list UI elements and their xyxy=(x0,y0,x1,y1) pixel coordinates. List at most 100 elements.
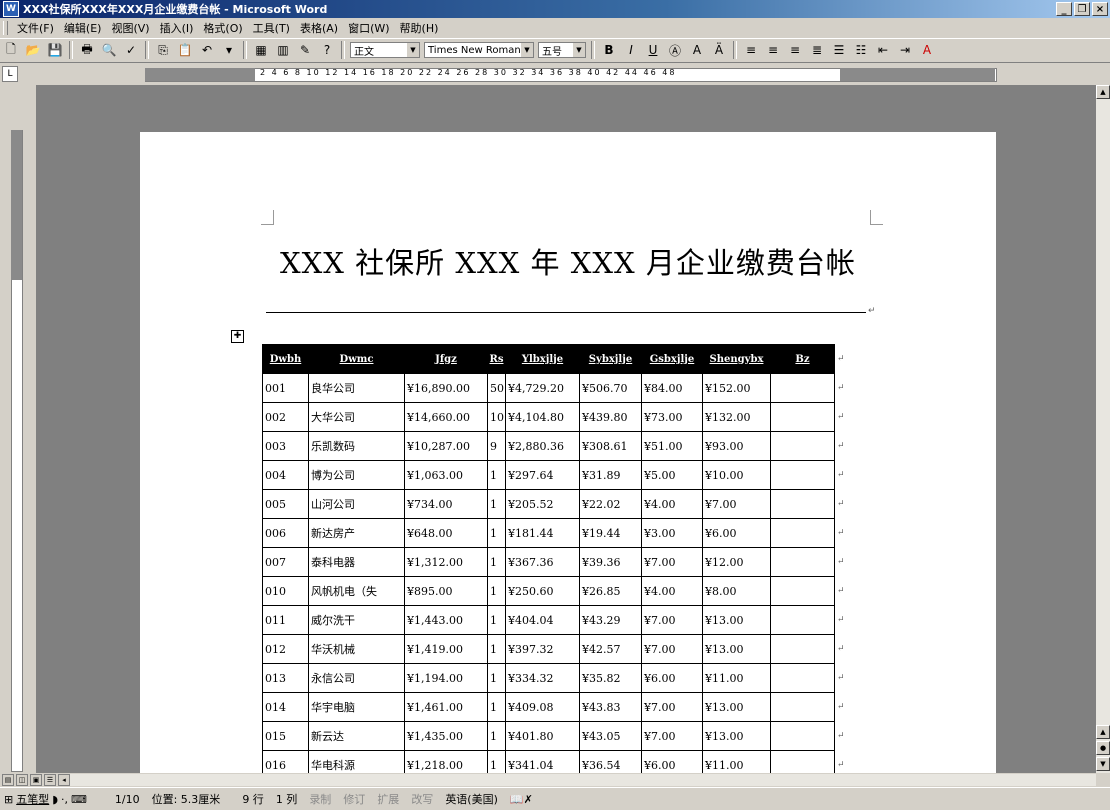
cell-bz[interactable] xyxy=(770,460,835,490)
cell-dwmc[interactable]: 良华公司 xyxy=(308,373,405,403)
cell-gsbxjlje[interactable]: ¥7.00 xyxy=(641,547,703,577)
cell-sybxjlje[interactable]: ¥43.83 xyxy=(579,692,642,722)
cell-rs[interactable]: 1 xyxy=(487,518,506,548)
copy-icon[interactable]: ⎘ xyxy=(153,40,173,60)
cell-sybxjlje[interactable]: ¥36.54 xyxy=(579,750,642,773)
cell-dwbh[interactable]: 005 xyxy=(262,489,309,519)
cell-sybxjlje[interactable]: ¥35.82 xyxy=(579,663,642,693)
menu-view[interactable]: 视图(V) xyxy=(106,20,154,36)
drawing-icon[interactable]: ✎ xyxy=(295,40,315,60)
cell-ylbxjlje[interactable]: ¥341.04 xyxy=(505,750,580,773)
menu-tools[interactable]: 工具(T) xyxy=(248,20,295,36)
decrease-indent-icon[interactable]: ⇤ xyxy=(873,40,893,60)
status-trk[interactable]: 修订 xyxy=(337,791,371,807)
cell-sybxjlje[interactable]: ¥31.89 xyxy=(579,460,642,490)
cell-jfgz[interactable]: ¥1,312.00 xyxy=(404,547,488,577)
web-view-icon[interactable]: ◫ xyxy=(16,774,28,786)
cell-sybxjlje[interactable]: ¥39.36 xyxy=(579,547,642,577)
cell-dwbh[interactable]: 013 xyxy=(262,663,309,693)
cell-sybxjlje[interactable]: ¥22.02 xyxy=(579,489,642,519)
cell-dwmc[interactable]: 乐凯数码 xyxy=(308,431,405,461)
cell-bz[interactable] xyxy=(770,634,835,664)
paste-icon[interactable]: 📋 xyxy=(175,40,195,60)
menu-grip[interactable] xyxy=(3,21,8,35)
cell-sybxjlje[interactable]: ¥19.44 xyxy=(579,518,642,548)
cell-rs[interactable]: 50 xyxy=(487,373,506,403)
cell-shengybx[interactable]: ¥12.00 xyxy=(702,547,771,577)
cell-dwmc[interactable]: 新达房产 xyxy=(308,518,405,548)
undo-icon[interactable]: ↶ xyxy=(197,40,217,60)
scroll-up-icon[interactable]: ▲ xyxy=(1096,85,1110,99)
status-ext[interactable]: 扩展 xyxy=(371,791,405,807)
header-gsbxjlje[interactable]: Gsbxjlje xyxy=(641,344,703,374)
spelling-icon[interactable]: ✓ xyxy=(121,40,141,60)
cell-dwmc[interactable]: 风帆机电（失 xyxy=(308,576,405,606)
status-rec[interactable]: 录制 xyxy=(303,791,337,807)
bold-icon[interactable]: B xyxy=(599,40,619,60)
align-left-icon[interactable]: ≡ xyxy=(741,40,761,60)
cell-gsbxjlje[interactable]: ¥7.00 xyxy=(641,605,703,635)
tab-selector-icon[interactable]: L xyxy=(2,66,18,82)
cell-ylbxjlje[interactable]: ¥404.04 xyxy=(505,605,580,635)
cell-ylbxjlje[interactable]: ¥181.44 xyxy=(505,518,580,548)
header-bz[interactable]: Bz xyxy=(770,344,835,374)
cell-dwbh[interactable]: 004 xyxy=(262,460,309,490)
cell-shengybx[interactable]: ¥152.00 xyxy=(702,373,771,403)
restore-icon[interactable]: ❐ xyxy=(1074,2,1090,16)
cell-dwmc[interactable]: 大华公司 xyxy=(308,402,405,432)
header-rs[interactable]: Rs xyxy=(487,344,506,374)
cell-bz[interactable] xyxy=(770,605,835,635)
cell-gsbxjlje[interactable]: ¥7.00 xyxy=(641,634,703,664)
menu-help[interactable]: 帮助(H) xyxy=(395,20,444,36)
cell-jfgz[interactable]: ¥1,461.00 xyxy=(404,692,488,722)
cell-jfgz[interactable]: ¥1,419.00 xyxy=(404,634,488,664)
cell-jfgz[interactable]: ¥1,435.00 xyxy=(404,721,488,751)
cell-bz[interactable] xyxy=(770,692,835,722)
soft-keyboard-icon[interactable]: ⌨ xyxy=(71,793,87,806)
cell-dwbh[interactable]: 006 xyxy=(262,518,309,548)
cell-dwbh[interactable]: 012 xyxy=(262,634,309,664)
vertical-ruler[interactable] xyxy=(0,85,34,773)
ledger-table[interactable]: Dwbh Dwmc Jfgz Rs Ylbxjlje Sybxjlje Gsbx… xyxy=(262,344,849,773)
cell-ylbxjlje[interactable]: ¥205.52 xyxy=(505,489,580,519)
cell-bz[interactable] xyxy=(770,663,835,693)
document-page[interactable]: XXX 社保所 XXX 年 XXX 月企业缴费台帐 ↵ ✚ Dwbh Dwmc … xyxy=(140,132,996,773)
minimize-icon[interactable]: _ xyxy=(1056,2,1072,16)
cell-gsbxjlje[interactable]: ¥4.00 xyxy=(641,489,703,519)
cell-ylbxjlje[interactable]: ¥250.60 xyxy=(505,576,580,606)
align-center-icon[interactable]: ≡ xyxy=(763,40,783,60)
cell-dwbh[interactable]: 011 xyxy=(262,605,309,635)
cell-dwbh[interactable]: 001 xyxy=(262,373,309,403)
cell-rs[interactable]: 1 xyxy=(487,721,506,751)
cell-gsbxjlje[interactable]: ¥4.00 xyxy=(641,576,703,606)
cell-dwmc[interactable]: 威尔洗干 xyxy=(308,605,405,635)
ime-icon[interactable]: ⊞ xyxy=(4,793,13,806)
close-icon[interactable]: × xyxy=(1092,2,1108,16)
cell-gsbxjlje[interactable]: ¥7.00 xyxy=(641,721,703,751)
cell-shengybx[interactable]: ¥6.00 xyxy=(702,518,771,548)
cell-bz[interactable] xyxy=(770,373,835,403)
header-dwbh[interactable]: Dwbh xyxy=(262,344,309,374)
increase-indent-icon[interactable]: ⇥ xyxy=(895,40,915,60)
cell-rs[interactable]: 1 xyxy=(487,634,506,664)
header-dwmc[interactable]: Dwmc xyxy=(308,344,405,374)
cell-bz[interactable] xyxy=(770,431,835,461)
cell-rs[interactable]: 1 xyxy=(487,750,506,773)
justify-icon[interactable]: ≣ xyxy=(807,40,827,60)
cell-dwbh[interactable]: 002 xyxy=(262,402,309,432)
cell-jfgz[interactable]: ¥895.00 xyxy=(404,576,488,606)
char-shading-icon[interactable]: A xyxy=(687,40,707,60)
menu-edit[interactable]: 编辑(E) xyxy=(59,20,107,36)
columns-icon[interactable]: ▥ xyxy=(273,40,293,60)
cell-ylbxjlje[interactable]: ¥367.36 xyxy=(505,547,580,577)
undo-dropdown-icon[interactable]: ▾ xyxy=(219,40,239,60)
insert-table-icon[interactable]: ▦ xyxy=(251,40,271,60)
chevron-down-icon[interactable]: ▼ xyxy=(407,43,419,57)
cell-rs[interactable]: 1 xyxy=(487,663,506,693)
word-app-icon[interactable]: W xyxy=(3,1,19,17)
cell-shengybx[interactable]: ¥13.00 xyxy=(702,692,771,722)
cell-shengybx[interactable]: ¥7.00 xyxy=(702,489,771,519)
horizontal-ruler[interactable]: L 2 4 6 8 10 12 14 16 18 20 22 24 26 28 … xyxy=(0,63,1110,85)
cell-sybxjlje[interactable]: ¥308.61 xyxy=(579,431,642,461)
cell-rs[interactable]: 1 xyxy=(487,489,506,519)
